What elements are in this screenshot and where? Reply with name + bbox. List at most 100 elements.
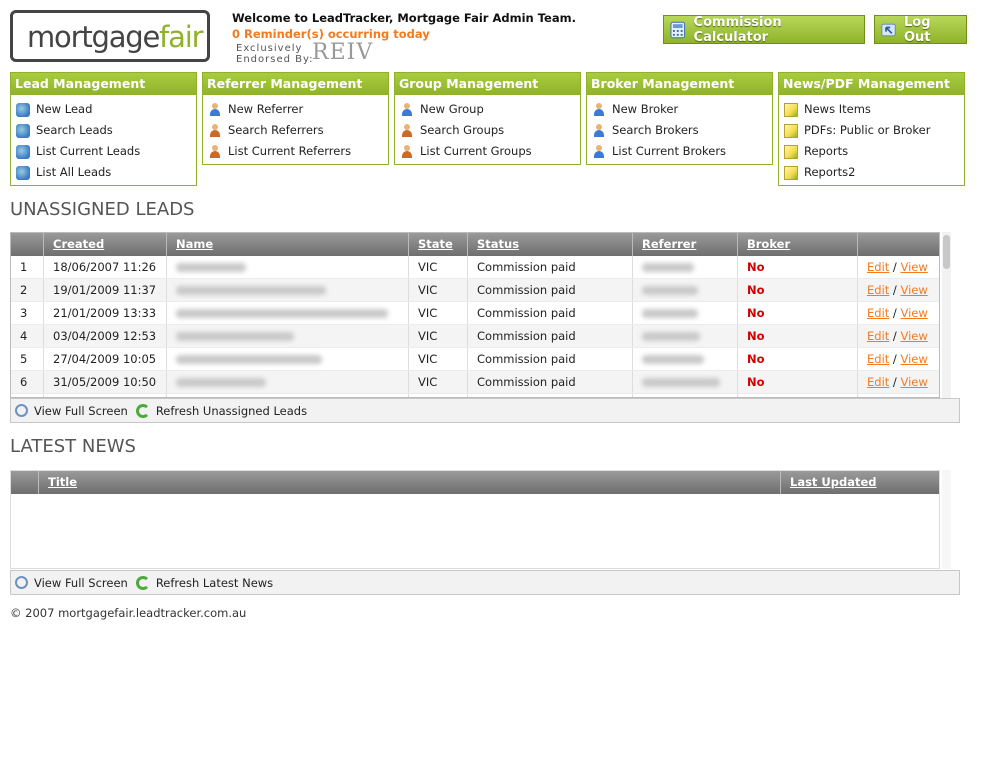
latest-news-grid: Title Last Updated xyxy=(10,470,940,569)
news-view-full-screen-button[interactable]: View Full Screen xyxy=(15,576,128,590)
col-header-last-updated[interactable]: Last Updated xyxy=(781,471,939,494)
leads-toolbar: View Full Screen Refresh Unassigned Lead… xyxy=(10,398,960,423)
col-header-referrer[interactable]: Referrer xyxy=(633,233,738,256)
leads-view-full-screen-button[interactable]: View Full Screen xyxy=(15,404,128,418)
view-link[interactable]: View xyxy=(900,375,927,389)
col-header-status[interactable]: Status xyxy=(468,233,633,256)
menu-item-pdfs[interactable]: PDFs: Public or Broker xyxy=(784,120,964,141)
menu-item-news-items[interactable]: News Items xyxy=(784,99,964,120)
col-header-broker[interactable]: Broker xyxy=(738,233,858,256)
menu-item-search-referrers[interactable]: Search Referrers xyxy=(208,120,388,141)
edit-link[interactable]: Edit xyxy=(867,283,889,297)
view-link[interactable]: View xyxy=(900,306,927,320)
mortgagefair-logo[interactable]: mortgagefair xyxy=(10,10,210,62)
row-state: VIC xyxy=(409,348,468,370)
redacted-referrer xyxy=(642,263,694,272)
menu-title: News/PDF Management xyxy=(779,73,964,95)
col-header-title[interactable]: Title xyxy=(39,471,781,494)
add-user-icon xyxy=(592,102,606,117)
leads-scrollbar-thumb[interactable] xyxy=(943,235,950,269)
latest-news-title: LATEST NEWS xyxy=(10,436,136,457)
group-management-menu: Group Management New Group Search Groups… xyxy=(394,72,581,165)
row-name xyxy=(167,302,409,324)
refresh-latest-news-button[interactable]: Refresh Latest News xyxy=(135,575,274,590)
menu-item-label: Search Leads xyxy=(36,123,113,137)
list-user-icon xyxy=(400,144,414,159)
menu-item-search-leads[interactable]: Search Leads xyxy=(16,120,196,141)
row-name xyxy=(167,256,409,278)
redacted-referrer xyxy=(642,378,720,387)
endorsed-line1: Exclusively xyxy=(236,43,303,54)
view-link[interactable]: View xyxy=(900,283,927,297)
view-link[interactable]: View xyxy=(900,260,927,274)
news-toolbar: View Full Screen Refresh Latest News xyxy=(10,570,960,595)
reminder-link[interactable]: 0 Reminder(s) occurring today xyxy=(232,27,430,41)
lead-management-menu: Lead Management New Lead Search Leads Li… xyxy=(10,72,197,186)
news-scrollbar[interactable] xyxy=(942,470,951,569)
menu-item-list-current-leads[interactable]: List Current Leads xyxy=(16,141,196,162)
menu-item-label: List Current Referrers xyxy=(228,144,352,158)
row-referrer xyxy=(633,279,738,301)
menu-item-new-referrer[interactable]: New Referrer xyxy=(208,99,388,120)
search-user-icon xyxy=(400,123,414,138)
list-user-icon xyxy=(208,144,222,159)
menu-item-list-current-referrers[interactable]: List Current Referrers xyxy=(208,141,388,162)
edit-link[interactable]: Edit xyxy=(867,260,889,274)
menu-item-list-all-leads[interactable]: List All Leads xyxy=(16,162,196,183)
row-created: 03/04/2009 12:53 xyxy=(44,325,167,347)
search-user-icon xyxy=(592,123,606,138)
row-referrer xyxy=(633,325,738,347)
commission-calculator-button[interactable]: Commission Calculator xyxy=(663,15,865,45)
menu-item-reports[interactable]: Reports xyxy=(784,141,964,162)
row-actions: Edit / View xyxy=(867,260,928,274)
menu-item-label: List All Leads xyxy=(36,165,112,179)
row-actions: Edit / View xyxy=(867,306,928,320)
menu-item-reports2[interactable]: Reports2 xyxy=(784,162,964,183)
menu-item-list-current-brokers[interactable]: List Current Brokers xyxy=(592,141,772,162)
referrer-management-menu: Referrer Management New Referrer Search … xyxy=(202,72,389,165)
lead-icon xyxy=(16,102,30,117)
unassigned-leads-title: UNASSIGNED LEADS xyxy=(10,199,195,220)
menu-title: Broker Management xyxy=(587,73,772,95)
view-link[interactable]: View xyxy=(900,352,927,366)
menu-item-label: List Current Groups xyxy=(420,144,532,158)
row-name xyxy=(167,325,409,347)
menu-item-new-group[interactable]: New Group xyxy=(400,99,580,120)
menu-item-list-current-groups[interactable]: List Current Groups xyxy=(400,141,580,162)
menu-item-new-lead[interactable]: New Lead xyxy=(16,99,196,120)
menu-item-search-brokers[interactable]: Search Brokers xyxy=(592,120,772,141)
menu-item-search-groups[interactable]: Search Groups xyxy=(400,120,580,141)
redacted-name xyxy=(176,286,326,295)
footer-copyright: © 2007 mortgagefair.leadtracker.com.au xyxy=(10,606,247,620)
tool-label: Refresh Latest News xyxy=(155,575,274,590)
logout-arrow-icon xyxy=(881,23,896,36)
refresh-unassigned-leads-button[interactable]: Refresh Unassigned Leads xyxy=(135,403,307,418)
col-header-created[interactable]: Created xyxy=(44,233,167,256)
row-status: Commission paid xyxy=(468,348,633,370)
row-num: 1 xyxy=(11,256,44,278)
row-name xyxy=(167,348,409,370)
refresh-icon xyxy=(135,403,150,418)
menu-item-label: Reports xyxy=(804,144,849,158)
add-user-icon xyxy=(208,102,222,117)
logout-label: Log Out xyxy=(904,14,931,45)
redacted-name xyxy=(176,263,246,272)
edit-link[interactable]: Edit xyxy=(867,306,889,320)
col-header-name[interactable]: Name xyxy=(167,233,409,256)
grid-header: Created Name State Status Referrer Broke… xyxy=(11,233,939,256)
edit-link[interactable]: Edit xyxy=(867,375,889,389)
row-state: VIC xyxy=(409,325,468,347)
view-link[interactable]: View xyxy=(900,329,927,343)
row-state: VIC xyxy=(409,302,468,324)
menu-item-label: New Referrer xyxy=(228,102,304,116)
col-header-state[interactable]: State xyxy=(409,233,468,256)
menu-title: Group Management xyxy=(395,73,580,95)
edit-link[interactable]: Edit xyxy=(867,352,889,366)
notepad-icon xyxy=(784,102,798,117)
edit-link[interactable]: Edit xyxy=(867,329,889,343)
menu-item-new-broker[interactable]: New Broker xyxy=(592,99,772,120)
notepad-icon xyxy=(784,123,798,138)
leads-scrollbar[interactable] xyxy=(942,232,951,398)
row-num: 5 xyxy=(11,348,44,370)
logout-button[interactable]: Log Out xyxy=(874,14,967,45)
